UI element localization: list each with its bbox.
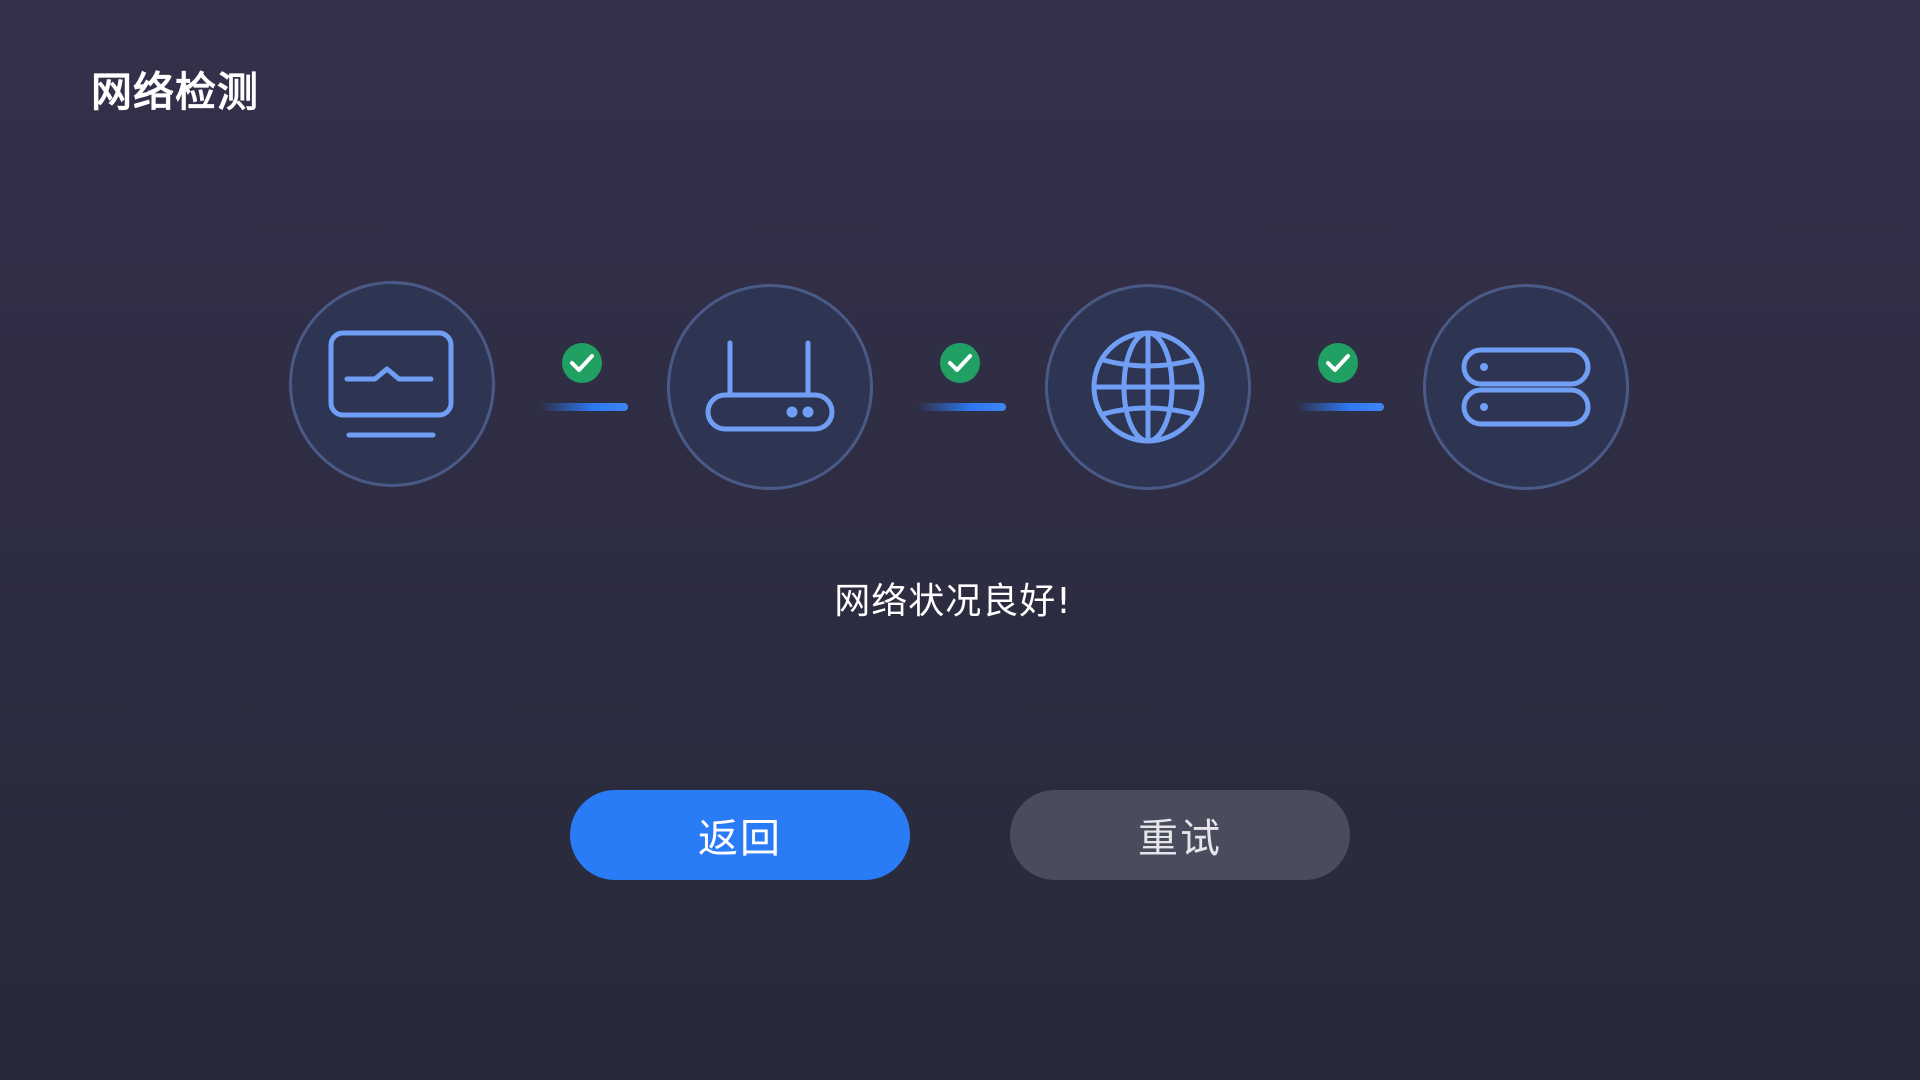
monitor-icon: [327, 329, 457, 439]
internet-node: [1045, 284, 1251, 490]
retry-button[interactable]: 重试: [1010, 790, 1350, 880]
progress-line: [540, 403, 628, 411]
globe-icon: [1089, 328, 1207, 446]
server-node: [1423, 284, 1629, 490]
router-node: [667, 284, 873, 490]
progress-line: [918, 403, 1006, 411]
server-icon: [1460, 346, 1592, 428]
network-status-text: 网络状况良好!: [834, 581, 1072, 622]
page-title: 网络检测: [91, 68, 259, 116]
progress-line: [1296, 403, 1384, 411]
link-router-internet: [918, 343, 1008, 423]
device-node: [289, 281, 495, 487]
check-icon: [562, 343, 602, 383]
link-internet-server: [1296, 343, 1386, 423]
back-button[interactable]: 返回: [570, 790, 910, 880]
router-icon: [704, 339, 836, 435]
link-device-router: [540, 343, 630, 423]
check-icon: [1318, 343, 1358, 383]
check-icon: [940, 343, 980, 383]
